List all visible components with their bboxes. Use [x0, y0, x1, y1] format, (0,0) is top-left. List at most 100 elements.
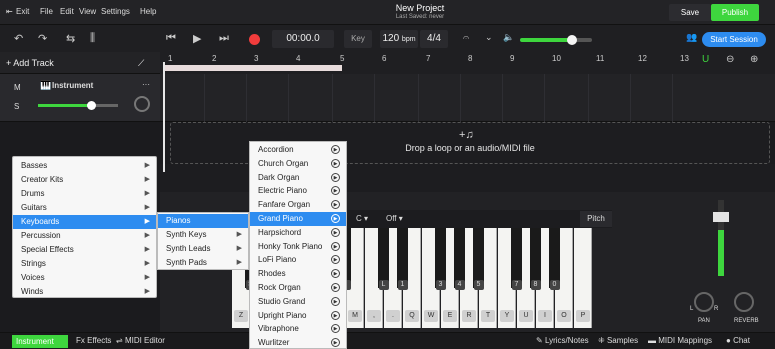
black-key[interactable]: [511, 228, 522, 288]
add-user-icon[interactable]: 👥: [686, 32, 697, 43]
automation-icon[interactable]: ⟋: [138, 58, 144, 69]
zoom-in-icon[interactable]: ⊕: [750, 54, 758, 65]
category-item-drums[interactable]: Drums ▶: [13, 187, 156, 201]
skip-back-icon[interactable]: ⏮: [166, 32, 176, 45]
preview-play-icon[interactable]: ▶: [331, 186, 340, 196]
piano-item-dark-organ[interactable]: Dark Organ ▶: [250, 171, 346, 185]
play-icon[interactable]: ▶: [193, 32, 201, 45]
track-pan-knob[interactable]: [134, 96, 150, 112]
keyboards-item-pianos[interactable]: Pianos: [158, 214, 248, 228]
keyboards-item-synth-leads[interactable]: Synth Leads ▶: [158, 242, 248, 256]
piano-item-lofi-piano[interactable]: LoFi Piano ▶: [250, 253, 346, 267]
pan-knob[interactable]: [694, 292, 714, 312]
preview-play-icon[interactable]: ▶: [331, 172, 340, 182]
black-key[interactable]: [530, 228, 541, 288]
piano-item-honky-tonk-piano[interactable]: Honky Tonk Piano ▶: [250, 240, 346, 254]
tempo-display[interactable]: 120 bpm: [380, 30, 418, 48]
category-item-special-effects[interactable]: Special Effects ▶: [13, 243, 156, 257]
category-item-voices[interactable]: Voices ▶: [13, 271, 156, 285]
piano-item-accordion[interactable]: Accordion ▶: [250, 143, 346, 157]
piano-item-harpsichord[interactable]: Harpsichord ▶: [250, 226, 346, 240]
preview-play-icon[interactable]: ▶: [331, 338, 340, 348]
save-button[interactable]: Save: [669, 4, 711, 21]
preview-play-icon[interactable]: ▶: [331, 269, 340, 279]
undo-icon[interactable]: ↶: [14, 32, 23, 45]
tab-effects[interactable]: Fx Effects: [76, 336, 111, 345]
category-item-guitars[interactable]: Guitars ▶: [13, 201, 156, 215]
tab-instrument[interactable]: Instrument: [12, 335, 68, 348]
chevron-down-icon[interactable]: ⌄: [485, 32, 493, 43]
category-item-basses[interactable]: Basses ▶: [13, 159, 156, 173]
track-name[interactable]: Instrument: [52, 81, 93, 90]
view-menu[interactable]: View: [79, 7, 96, 16]
preview-play-icon[interactable]: ▶: [331, 200, 340, 210]
preview-play-icon[interactable]: ▶: [331, 255, 340, 265]
preview-play-icon[interactable]: ▶: [331, 145, 340, 154]
piano-item-church-organ[interactable]: Church Organ ▶: [250, 157, 346, 171]
instrument-volume-fader[interactable]: [713, 212, 729, 222]
pitch-button[interactable]: Pitch: [580, 211, 612, 227]
time-signature[interactable]: 4/4: [420, 30, 448, 48]
metronome-icon[interactable]: 𝄐: [463, 32, 469, 45]
project-title[interactable]: New Project: [360, 3, 480, 13]
reverb-knob[interactable]: [734, 292, 754, 312]
piano-item-studio-grand[interactable]: Studio Grand ▶: [250, 295, 346, 309]
settings-menu[interactable]: Settings: [101, 7, 130, 16]
piano-item-wurlitzer[interactable]: Wurlitzer ▶: [250, 336, 346, 349]
lyrics-notes-button[interactable]: ✎ Lyrics/Notes: [536, 336, 589, 345]
category-item-keyboards[interactable]: Keyboards ▶: [13, 215, 156, 229]
piano-item-electric-piano[interactable]: Electric Piano ▶: [250, 184, 346, 198]
exit-icon[interactable]: ⇤: [6, 7, 13, 16]
black-key[interactable]: [397, 228, 408, 288]
loop-icon[interactable]: ⇆: [66, 32, 75, 45]
add-track-button[interactable]: + Add Track: [6, 58, 54, 68]
category-item-winds[interactable]: Winds ▶: [13, 285, 156, 299]
arrangement-lane[interactable]: [160, 74, 775, 122]
chat-button[interactable]: ● Chat: [726, 336, 750, 345]
piano-item-rock-organ[interactable]: Rock Organ ▶: [250, 281, 346, 295]
master-volume-slider[interactable]: [567, 35, 577, 45]
file-menu[interactable]: File: [40, 7, 53, 16]
preview-play-icon[interactable]: ▶: [331, 283, 340, 292]
keyboards-item-synth-pads[interactable]: Synth Pads ▶: [158, 256, 248, 270]
piano-item-upright-piano[interactable]: Upright Piano ▶: [250, 309, 346, 323]
black-key[interactable]: [473, 228, 484, 288]
midi-mappings-button[interactable]: ▬ MIDI Mappings: [648, 336, 712, 345]
keyboards-item-synth-keys[interactable]: Synth Keys ▶: [158, 228, 248, 242]
preview-play-icon[interactable]: ▶: [331, 158, 340, 168]
track-volume-slider[interactable]: [87, 101, 96, 110]
category-item-strings[interactable]: Strings ▶: [13, 257, 156, 271]
record-button[interactable]: [249, 34, 260, 45]
key-select[interactable]: C ▾: [356, 213, 368, 225]
samples-button[interactable]: ⁜ Samples: [598, 336, 638, 345]
black-key[interactable]: [549, 228, 560, 288]
timeline-ruler[interactable]: 1 2 3 4 5 6 7 8 9 10 11 12 13 U ⊖ ⊕: [160, 52, 775, 74]
black-key[interactable]: [378, 228, 389, 288]
preview-play-icon[interactable]: ▶: [331, 214, 340, 223]
split-icon[interactable]: ⫼: [90, 32, 95, 45]
piano-item-rhodes[interactable]: Rhodes ▶: [250, 267, 346, 281]
magnet-icon[interactable]: U: [702, 54, 709, 65]
black-key[interactable]: [454, 228, 465, 288]
preview-play-icon[interactable]: ▶: [331, 296, 340, 306]
loop-region[interactable]: [164, 65, 342, 71]
mute-button[interactable]: M: [14, 83, 21, 92]
octave-select[interactable]: Off ▾: [386, 213, 403, 225]
track-more-button[interactable]: ···: [142, 80, 150, 89]
black-key[interactable]: [435, 228, 446, 288]
category-item-percussion[interactable]: Percussion ▶: [13, 229, 156, 243]
redo-icon[interactable]: ↷: [38, 32, 47, 45]
start-session-button[interactable]: Start Session: [702, 32, 766, 47]
tab-midi-editor[interactable]: ⇌ MIDI Editor: [116, 336, 165, 345]
solo-button[interactable]: S: [14, 102, 19, 111]
playhead[interactable]: [163, 62, 165, 172]
skip-forward-icon[interactable]: ⏭: [219, 32, 229, 45]
edit-menu[interactable]: Edit: [60, 7, 74, 16]
preview-play-icon[interactable]: ▶: [331, 241, 340, 251]
preview-play-icon[interactable]: ▶: [331, 227, 340, 237]
preview-play-icon[interactable]: ▶: [331, 310, 340, 320]
key-button[interactable]: Key: [344, 30, 372, 48]
zoom-out-icon[interactable]: ⊖: [726, 54, 734, 65]
preview-play-icon[interactable]: ▶: [331, 324, 340, 334]
piano-item-vibraphone[interactable]: Vibraphone ▶: [250, 322, 346, 336]
